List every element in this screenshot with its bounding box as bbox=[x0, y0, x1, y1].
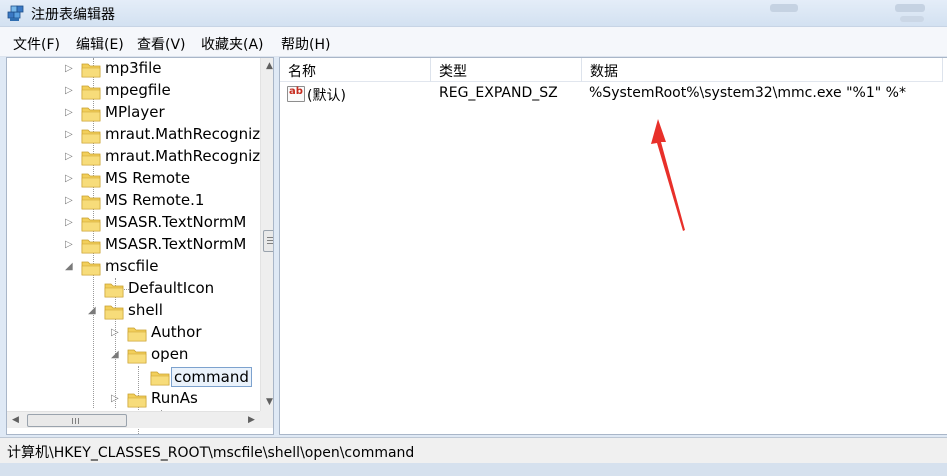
tree-item-label[interactable]: DefaultIcon bbox=[128, 279, 214, 297]
current-key-path: 计算机\HKEY_CLASSES_ROOT\mscfile\shell\open… bbox=[7, 445, 415, 461]
menu-bar: 文件(F) 编辑(E) 查看(V) 收藏夹(A) 帮助(H) bbox=[0, 26, 947, 57]
tree-item-label[interactable]: RunAs bbox=[151, 389, 198, 407]
value-data: %SystemRoot%\system32\mmc.exe "%1" %* bbox=[589, 85, 906, 101]
expand-arrow-icon[interactable]: ▷ bbox=[111, 392, 121, 406]
tree-item[interactable]: ◢ open bbox=[7, 344, 260, 366]
window-title: 注册表编辑器 bbox=[31, 7, 115, 23]
expand-arrow-icon[interactable]: ▷ bbox=[65, 62, 75, 76]
tree-item[interactable]: ▷ RunAs bbox=[7, 388, 260, 410]
column-divider[interactable] bbox=[942, 58, 943, 82]
tree-item[interactable]: ◢ mscfile bbox=[7, 256, 260, 278]
tree-item[interactable]: ◢ shell bbox=[7, 300, 260, 322]
tree-item-label[interactable]: mpegfile bbox=[105, 81, 171, 99]
collapse-arrow-icon[interactable]: ◢ bbox=[111, 348, 121, 362]
tree-item[interactable]: DefaultIcon bbox=[7, 278, 260, 300]
registry-editor-icon bbox=[7, 5, 24, 21]
tree-item-label[interactable]: MS Remote.1 bbox=[105, 191, 204, 209]
scroll-thumb[interactable] bbox=[263, 230, 273, 252]
tree-item[interactable]: ▷ mraut.MathRecogniz bbox=[7, 124, 260, 146]
blurred-background-text bbox=[895, 4, 925, 12]
tree-item-label[interactable]: MSASR.TextNormM bbox=[105, 213, 246, 231]
tree-item-label[interactable]: MSASR.TextNormM bbox=[105, 235, 246, 253]
tree-item[interactable]: ▷ MS Remote.1 bbox=[7, 190, 260, 212]
tree-item-label[interactable]: shell bbox=[128, 301, 163, 319]
tree-item[interactable]: ▷ mraut.MathRecogniz bbox=[7, 146, 260, 168]
tree-item[interactable]: command bbox=[7, 366, 260, 388]
tree-item-label[interactable]: MS Remote bbox=[105, 169, 190, 187]
tree-item-label[interactable]: mraut.MathRecogniz bbox=[105, 125, 260, 143]
scroll-corner bbox=[260, 411, 273, 428]
tree-item[interactable]: ▷ mp3file bbox=[7, 58, 260, 80]
expand-arrow-icon[interactable]: ▷ bbox=[65, 84, 75, 98]
tree-item-label[interactable]: mscfile bbox=[105, 257, 159, 275]
expand-arrow-icon[interactable]: ▷ bbox=[65, 194, 75, 208]
tree-item[interactable]: ▷ mpegfile bbox=[7, 80, 260, 102]
column-header-label: 名称 bbox=[288, 64, 316, 80]
column-header-label: 类型 bbox=[439, 64, 467, 80]
menu-file[interactable]: 文件(F) bbox=[13, 34, 60, 54]
values-list[interactable]: 名称 类型 数据 ab (默认) REG_EXPAND_SZ %SystemRo… bbox=[279, 57, 947, 435]
scroll-up-arrow-icon[interactable]: ▲ bbox=[261, 58, 273, 75]
blurred-background-text bbox=[900, 16, 924, 22]
title-bar: 注册表编辑器 bbox=[0, 0, 947, 26]
collapse-arrow-icon[interactable]: ◢ bbox=[65, 260, 75, 274]
scroll-down-arrow-icon[interactable]: ▼ bbox=[261, 394, 273, 411]
tree-item-label[interactable]: mp3file bbox=[105, 59, 162, 77]
column-header-label: 数据 bbox=[590, 64, 618, 80]
tree-item[interactable]: ▷ MPlayer bbox=[7, 102, 260, 124]
tree-item-label[interactable]: open bbox=[151, 345, 188, 363]
tree-item[interactable]: ▷ MSASR.TextNormM bbox=[7, 234, 260, 256]
menu-view[interactable]: 查看(V) bbox=[137, 34, 186, 54]
collapse-arrow-icon[interactable]: ◢ bbox=[88, 304, 98, 318]
expand-arrow-icon[interactable]: ▷ bbox=[65, 216, 75, 230]
menu-edit[interactable]: 编辑(E) bbox=[76, 34, 124, 54]
ab-string-icon: ab bbox=[287, 86, 305, 102]
expand-arrow-icon[interactable]: ▷ bbox=[65, 106, 75, 120]
expand-arrow-icon[interactable]: ▷ bbox=[65, 150, 75, 164]
column-header-type[interactable]: 类型 bbox=[431, 58, 581, 82]
tree-item-label[interactable]: command bbox=[171, 367, 252, 387]
blurred-background-text bbox=[770, 4, 798, 12]
expand-arrow-icon[interactable]: ▷ bbox=[65, 128, 75, 142]
red-arrow-annotation-icon bbox=[651, 119, 685, 231]
menu-help[interactable]: 帮助(H) bbox=[281, 34, 330, 54]
tree-item-label[interactable]: Author bbox=[151, 323, 202, 341]
value-type: REG_EXPAND_SZ bbox=[439, 85, 558, 101]
scroll-right-arrow-icon[interactable]: ▶ bbox=[243, 412, 260, 429]
expand-arrow-icon[interactable]: ▷ bbox=[65, 172, 75, 186]
scroll-left-arrow-icon[interactable]: ◀ bbox=[7, 412, 24, 429]
scroll-thumb[interactable] bbox=[27, 414, 127, 427]
tree-horizontal-scrollbar[interactable]: ◀ ▶ bbox=[7, 411, 260, 428]
tree-item[interactable]: ▷ MS Remote bbox=[7, 168, 260, 190]
expand-arrow-icon[interactable]: ▷ bbox=[65, 238, 75, 252]
column-header-data[interactable]: 数据 bbox=[582, 58, 942, 82]
tree-vertical-scrollbar[interactable]: ▲ ▼ bbox=[260, 58, 273, 411]
tree-item[interactable]: ▷ MSASR.TextNormM bbox=[7, 212, 260, 234]
tree-item-label[interactable]: MPlayer bbox=[105, 103, 165, 121]
value-name[interactable]: (默认) bbox=[307, 85, 346, 105]
registry-tree[interactable]: ▷ mp3file ▷ mpegfile ▷ MPlayer ▷ mraut.MathReco… bbox=[6, 57, 274, 435]
tree-item-label[interactable]: mraut.MathRecogniz bbox=[105, 147, 260, 165]
column-header-name[interactable]: 名称 bbox=[280, 58, 430, 82]
menu-favorites[interactable]: 收藏夹(A) bbox=[201, 34, 264, 54]
background-window-strip bbox=[0, 463, 947, 476]
status-bar: 计算机\HKEY_CLASSES_ROOT\mscfile\shell\open… bbox=[0, 437, 947, 463]
tree-item[interactable]: ▷ Author bbox=[7, 322, 260, 344]
expand-arrow-icon[interactable]: ▷ bbox=[111, 326, 121, 340]
